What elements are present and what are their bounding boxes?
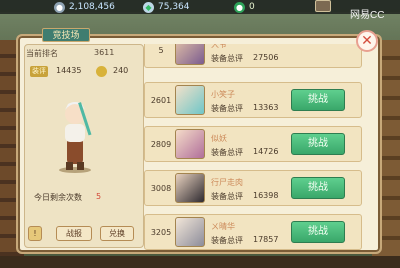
opponent-row: 3205 ㄨ晴华 装备总评 17857 挑战	[144, 214, 362, 250]
opponent-row: 3008 行尸走肉 装备总评 16398 挑战	[144, 170, 362, 206]
silver-resource: ● 2,108,456	[54, 1, 115, 13]
diamond-icon: ◆	[143, 1, 154, 13]
exchange-button[interactable]: 兑换	[100, 226, 134, 241]
silver-coin-icon: ●	[54, 1, 65, 13]
rank-label: 当前排名	[26, 49, 58, 58]
rank-value: 3611	[94, 48, 115, 57]
score-value: 14435	[56, 66, 82, 75]
opponent-rank: 3008	[150, 183, 172, 193]
opponent-score: 27506	[253, 53, 279, 62]
opponent-avatar	[175, 173, 205, 203]
remaining-attempts-value: 5	[96, 192, 102, 201]
opponent-avatar	[175, 217, 205, 247]
challenge-button[interactable]: 挑战	[291, 89, 345, 111]
opponent-score-label: 装备总评	[211, 236, 243, 245]
opponent-list[interactable]: 5 大爷 装备总评 27506 2601 小笑子 装备总评 13363 挑战 2…	[144, 44, 362, 256]
opponent-score-label: 装备总评	[211, 54, 243, 63]
player-character	[59, 102, 92, 173]
diamond-resource: ◆ 75,364	[143, 1, 190, 13]
background-floor	[0, 256, 400, 268]
chest-icon[interactable]	[315, 0, 331, 12]
challenge-button[interactable]: 挑战	[291, 177, 345, 199]
opponent-rank: 2809	[150, 139, 172, 149]
diamond-amount: 75,364	[158, 2, 190, 12]
opponent-rank: 3205	[150, 227, 172, 237]
jade-resource: ● 0	[234, 1, 255, 13]
coin-icon	[96, 66, 107, 77]
opponent-name: 似妖	[211, 134, 227, 143]
coin-value: 240	[113, 66, 129, 75]
opponent-score: 13363	[253, 103, 279, 112]
score-badge: 装评	[30, 66, 48, 77]
opponent-score-label: 装备总评	[211, 192, 243, 201]
battle-report-button[interactable]: 战报	[56, 226, 92, 241]
opponent-rank: 5	[158, 45, 164, 55]
opponent-score-label: 装备总评	[211, 104, 243, 113]
opponent-name: ㄨ晴华	[211, 222, 235, 231]
panel-title: 竞技场	[42, 28, 90, 42]
opponent-score: 17857	[253, 235, 279, 244]
silver-amount: 2,108,456	[69, 2, 115, 12]
challenge-button[interactable]: 挑战	[291, 133, 345, 155]
opponent-rank: 2601	[150, 95, 172, 105]
opponent-row: 2601 小笑子 装备总评 13363 挑战	[144, 82, 362, 118]
opponent-name: 大爷	[211, 44, 227, 49]
jade-amount: 0	[249, 2, 255, 12]
opponent-avatar	[175, 129, 205, 159]
opponent-row: 5 大爷 装备总评 27506	[144, 44, 362, 68]
jade-icon: ●	[234, 1, 245, 13]
watermark: 网易CC	[350, 10, 385, 21]
remaining-attempts-label: 今日剩余次数	[34, 193, 82, 202]
opponent-row: 2809 似妖 装备总评 14726 挑战	[144, 126, 362, 162]
status-bar: ● 2,108,456 ◆ 75,364 ● 0	[0, 0, 400, 14]
challenge-button[interactable]: 挑战	[291, 221, 345, 243]
opponent-score: 16398	[253, 191, 279, 200]
opponent-name: 行尸走肉	[211, 178, 243, 187]
opponent-score-label: 装备总评	[211, 148, 243, 157]
opponent-avatar	[175, 44, 205, 65]
help-button[interactable]: !	[28, 226, 42, 241]
close-button[interactable]: ✕	[356, 30, 378, 52]
opponent-name: 小笑子	[211, 90, 235, 99]
opponent-avatar	[175, 85, 205, 115]
opponent-score: 14726	[253, 147, 279, 156]
